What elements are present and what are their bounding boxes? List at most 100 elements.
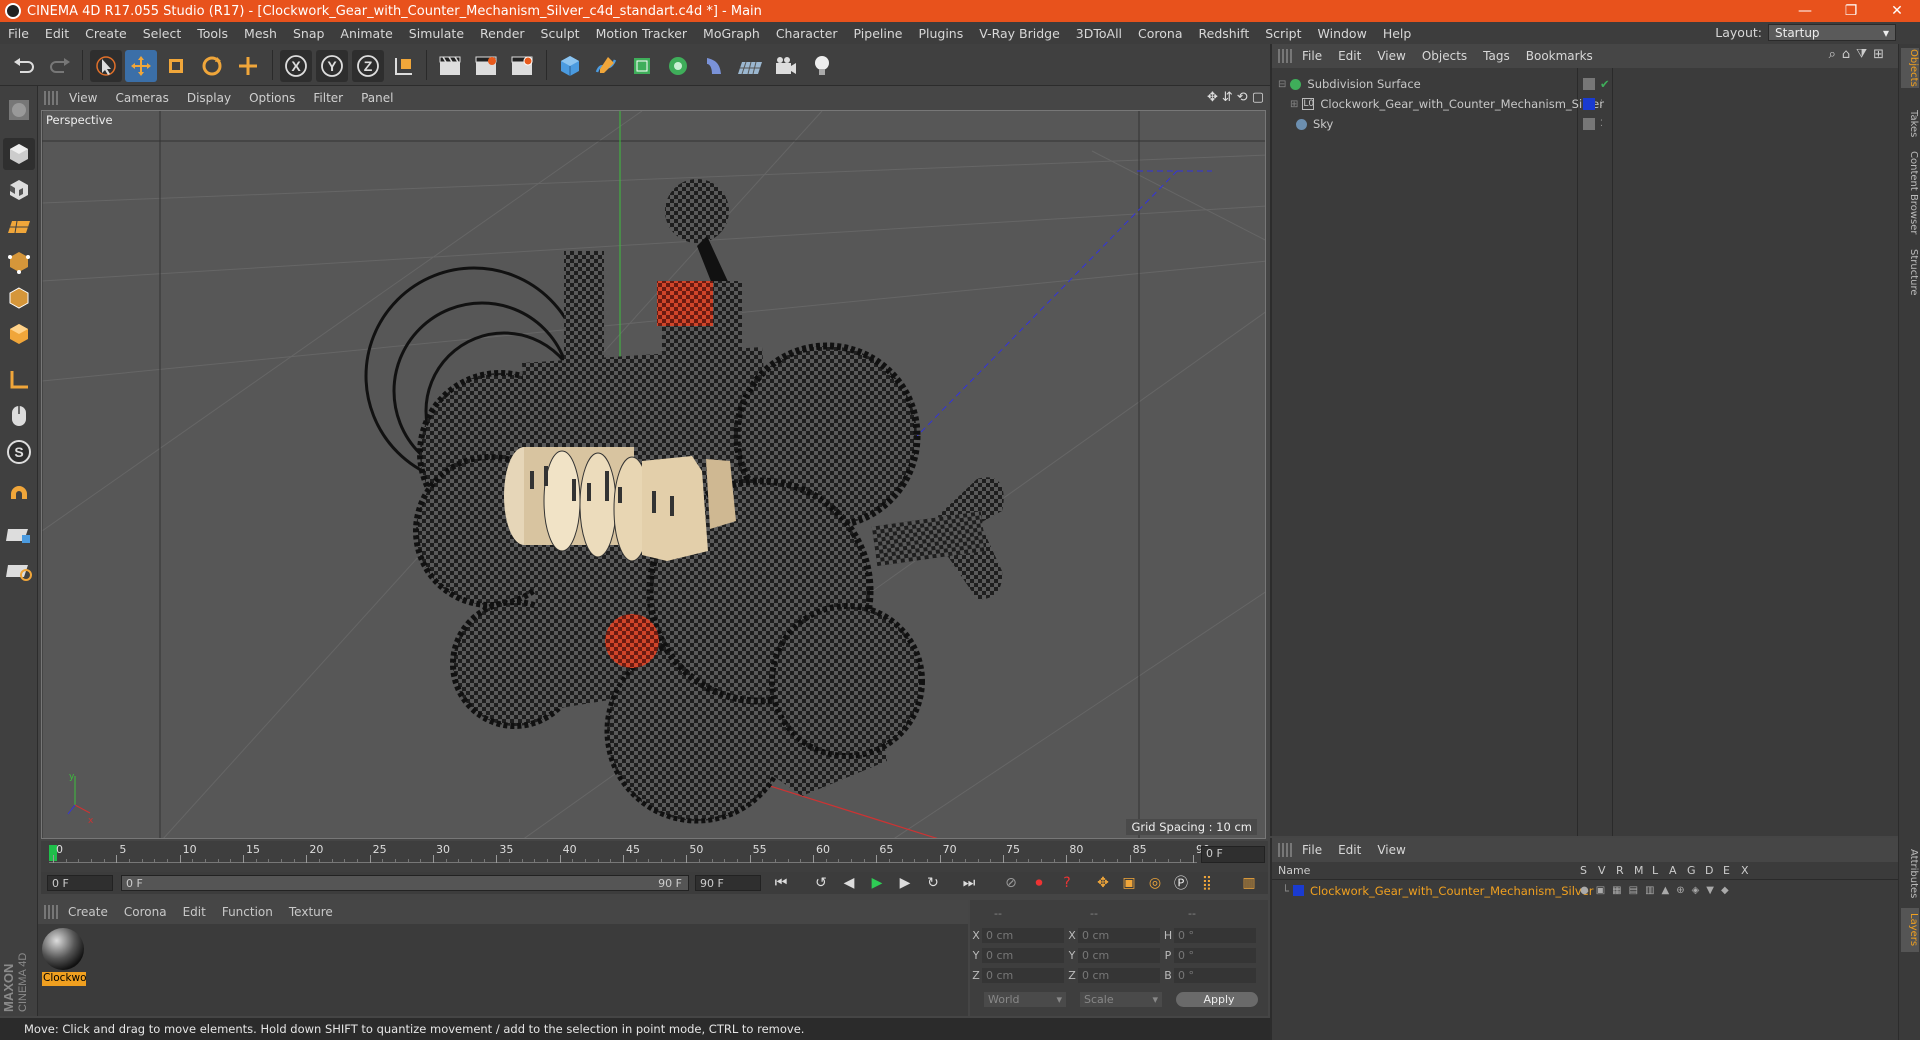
material-menu-create[interactable]: Create bbox=[60, 905, 116, 919]
menu-create[interactable]: Create bbox=[77, 26, 135, 41]
previous-key-button[interactable]: ↺ bbox=[809, 872, 833, 894]
menu-animate[interactable]: Animate bbox=[332, 26, 400, 41]
column-xrefs[interactable]: X bbox=[1741, 864, 1749, 877]
menu-character[interactable]: Character bbox=[768, 26, 846, 41]
orbit-view-icon[interactable]: ⟲ bbox=[1237, 90, 1248, 105]
menu-motion-tracker[interactable]: Motion Tracker bbox=[588, 26, 695, 41]
viewport-camera-label[interactable]: Perspective bbox=[46, 113, 113, 127]
tab-objects[interactable]: Objects bbox=[1901, 48, 1919, 88]
add-light-button[interactable] bbox=[806, 50, 838, 82]
layer-menu-view[interactable]: View bbox=[1369, 843, 1413, 857]
size-z-field[interactable]: 0 cm bbox=[1078, 967, 1160, 983]
layer-row[interactable]: └ Clockwork_Gear_with_Counter_Mechanism_… bbox=[1272, 882, 1898, 899]
layer-name[interactable]: Clockwork_Gear_with_Counter_Mechanism_Si… bbox=[1310, 884, 1594, 898]
y-axis-lock-button[interactable]: Y bbox=[316, 50, 348, 82]
select-tool-button[interactable] bbox=[90, 50, 122, 82]
object-menu-objects[interactable]: Objects bbox=[1414, 49, 1475, 63]
menu-tools[interactable]: Tools bbox=[189, 26, 236, 41]
visibility-dots-icon[interactable]: ⁚ bbox=[1600, 119, 1603, 129]
render-view-button[interactable] bbox=[434, 50, 466, 82]
frame-range-slider[interactable]: 0 F 90 F bbox=[121, 875, 689, 891]
z-axis-lock-button[interactable]: Z bbox=[352, 50, 384, 82]
tab-takes[interactable]: Takes bbox=[1901, 104, 1919, 144]
key-position-button[interactable]: ✥ bbox=[1091, 872, 1115, 894]
coordinate-space-dropdown[interactable]: World ▾ bbox=[984, 991, 1066, 1007]
perspective-viewport[interactable]: y x Perspective Grid Spacing : 10 cm bbox=[41, 110, 1266, 839]
search-icon[interactable]: ⌕ bbox=[1829, 47, 1842, 62]
rotate-tool-button[interactable] bbox=[196, 50, 228, 82]
add-floor-button[interactable] bbox=[734, 50, 766, 82]
rot-b-field[interactable]: 0 ° bbox=[1174, 967, 1256, 983]
viewport-menu-panel[interactable]: Panel bbox=[352, 91, 402, 105]
workplane-mode-button[interactable] bbox=[3, 210, 35, 242]
make-editable-button[interactable] bbox=[3, 94, 35, 126]
edges-mode-button[interactable] bbox=[3, 282, 35, 314]
next-frame-button[interactable]: ▶ bbox=[893, 872, 917, 894]
scale-tool-button[interactable] bbox=[160, 50, 192, 82]
add-cube-button[interactable] bbox=[554, 50, 586, 82]
workplane-alignment-button[interactable] bbox=[3, 554, 35, 586]
home-icon[interactable]: ⌂ bbox=[1842, 47, 1856, 62]
object-row[interactable]: ⊟ Subdivision Surface ✔ bbox=[1272, 74, 1898, 94]
column-manager[interactable]: M bbox=[1634, 864, 1644, 877]
object-menu-file[interactable]: File bbox=[1294, 49, 1330, 63]
points-mode-button[interactable] bbox=[3, 246, 35, 278]
clockwork-gear-model[interactable] bbox=[364, 179, 1004, 824]
key-rotation-button[interactable]: ◎ bbox=[1143, 872, 1167, 894]
menu-plugins[interactable]: Plugins bbox=[910, 26, 971, 41]
apply-button[interactable]: Apply bbox=[1176, 991, 1258, 1007]
record-keys-button[interactable]: ⊘ bbox=[999, 872, 1023, 894]
object-row[interactable]: Sky ⁚ bbox=[1272, 114, 1898, 134]
autokey-button[interactable]: ⏺ bbox=[1027, 872, 1051, 894]
tree-expand-icon[interactable]: ⊞ bbox=[1290, 99, 1298, 110]
menu-file[interactable]: File bbox=[0, 26, 37, 41]
column-view[interactable]: V bbox=[1598, 864, 1606, 877]
menu-simulate[interactable]: Simulate bbox=[401, 26, 472, 41]
size-y-field[interactable]: 0 cm bbox=[1078, 947, 1160, 963]
end-frame-field[interactable]: 90 F bbox=[695, 875, 761, 891]
layer-menu-edit[interactable]: Edit bbox=[1330, 843, 1369, 857]
viewport-menu-cameras[interactable]: Cameras bbox=[106, 91, 177, 105]
layer-tag-icon[interactable] bbox=[1583, 118, 1595, 130]
play-button[interactable]: ▶ bbox=[865, 872, 889, 894]
layer-toggle-icons[interactable]: ●▣▦▤▥▲⊕◈▼◆ bbox=[1580, 885, 1736, 896]
menu-3dtoall[interactable]: 3DToAll bbox=[1068, 26, 1130, 41]
viewport-menu-display[interactable]: Display bbox=[178, 91, 240, 105]
column-render[interactable]: R bbox=[1616, 864, 1624, 877]
viewport-menu-filter[interactable]: Filter bbox=[304, 91, 352, 105]
tree-expand-icon[interactable]: ⊟ bbox=[1278, 79, 1286, 90]
layer-menu-file[interactable]: File bbox=[1294, 843, 1330, 857]
visibility-dots-icon[interactable]: ⁚ bbox=[1600, 99, 1603, 109]
object-menu-edit[interactable]: Edit bbox=[1330, 49, 1369, 63]
render-settings-button[interactable] bbox=[506, 50, 538, 82]
column-generators[interactable]: G bbox=[1687, 864, 1696, 877]
coordinate-system-button[interactable] bbox=[388, 50, 420, 82]
key-pla-button[interactable]: ⣿ bbox=[1195, 872, 1219, 894]
enabled-check-icon[interactable]: ✔ bbox=[1600, 77, 1610, 91]
add-camera-button[interactable] bbox=[770, 50, 802, 82]
live-selection-button[interactable] bbox=[232, 50, 264, 82]
close-button[interactable]: ✕ bbox=[1874, 0, 1920, 22]
menu-vray-bridge[interactable]: V-Ray Bridge bbox=[971, 26, 1068, 41]
lock-workplane-button[interactable] bbox=[3, 518, 35, 550]
pan-view-icon[interactable]: ✥ bbox=[1207, 90, 1218, 105]
layer-color-swatch[interactable] bbox=[1292, 885, 1304, 896]
timeline-window-button[interactable]: ▥ bbox=[1237, 872, 1261, 894]
menu-script[interactable]: Script bbox=[1257, 26, 1309, 41]
minimize-button[interactable]: — bbox=[1782, 0, 1828, 22]
add-spline-button[interactable] bbox=[590, 50, 622, 82]
object-menu-view[interactable]: View bbox=[1369, 49, 1413, 63]
keyframe-selection-button[interactable]: ? bbox=[1055, 872, 1079, 894]
key-parameter-button[interactable]: Ⓟ bbox=[1169, 872, 1193, 894]
material-menu-texture[interactable]: Texture bbox=[281, 905, 341, 919]
expand-icon[interactable]: ⊞ bbox=[1873, 47, 1890, 62]
menu-edit[interactable]: Edit bbox=[37, 26, 77, 41]
start-frame-field[interactable]: 0 F bbox=[47, 875, 113, 891]
material-menu-corona[interactable]: Corona bbox=[116, 905, 175, 919]
undo-button[interactable] bbox=[8, 50, 40, 82]
rot-p-field[interactable]: 0 ° bbox=[1174, 947, 1256, 963]
layer-tag-icon[interactable] bbox=[1583, 78, 1595, 90]
tab-attributes[interactable]: Attributes bbox=[1901, 844, 1919, 904]
object-menu-bookmarks[interactable]: Bookmarks bbox=[1518, 49, 1601, 63]
size-mode-dropdown[interactable]: Scale ▾ bbox=[1080, 991, 1162, 1007]
